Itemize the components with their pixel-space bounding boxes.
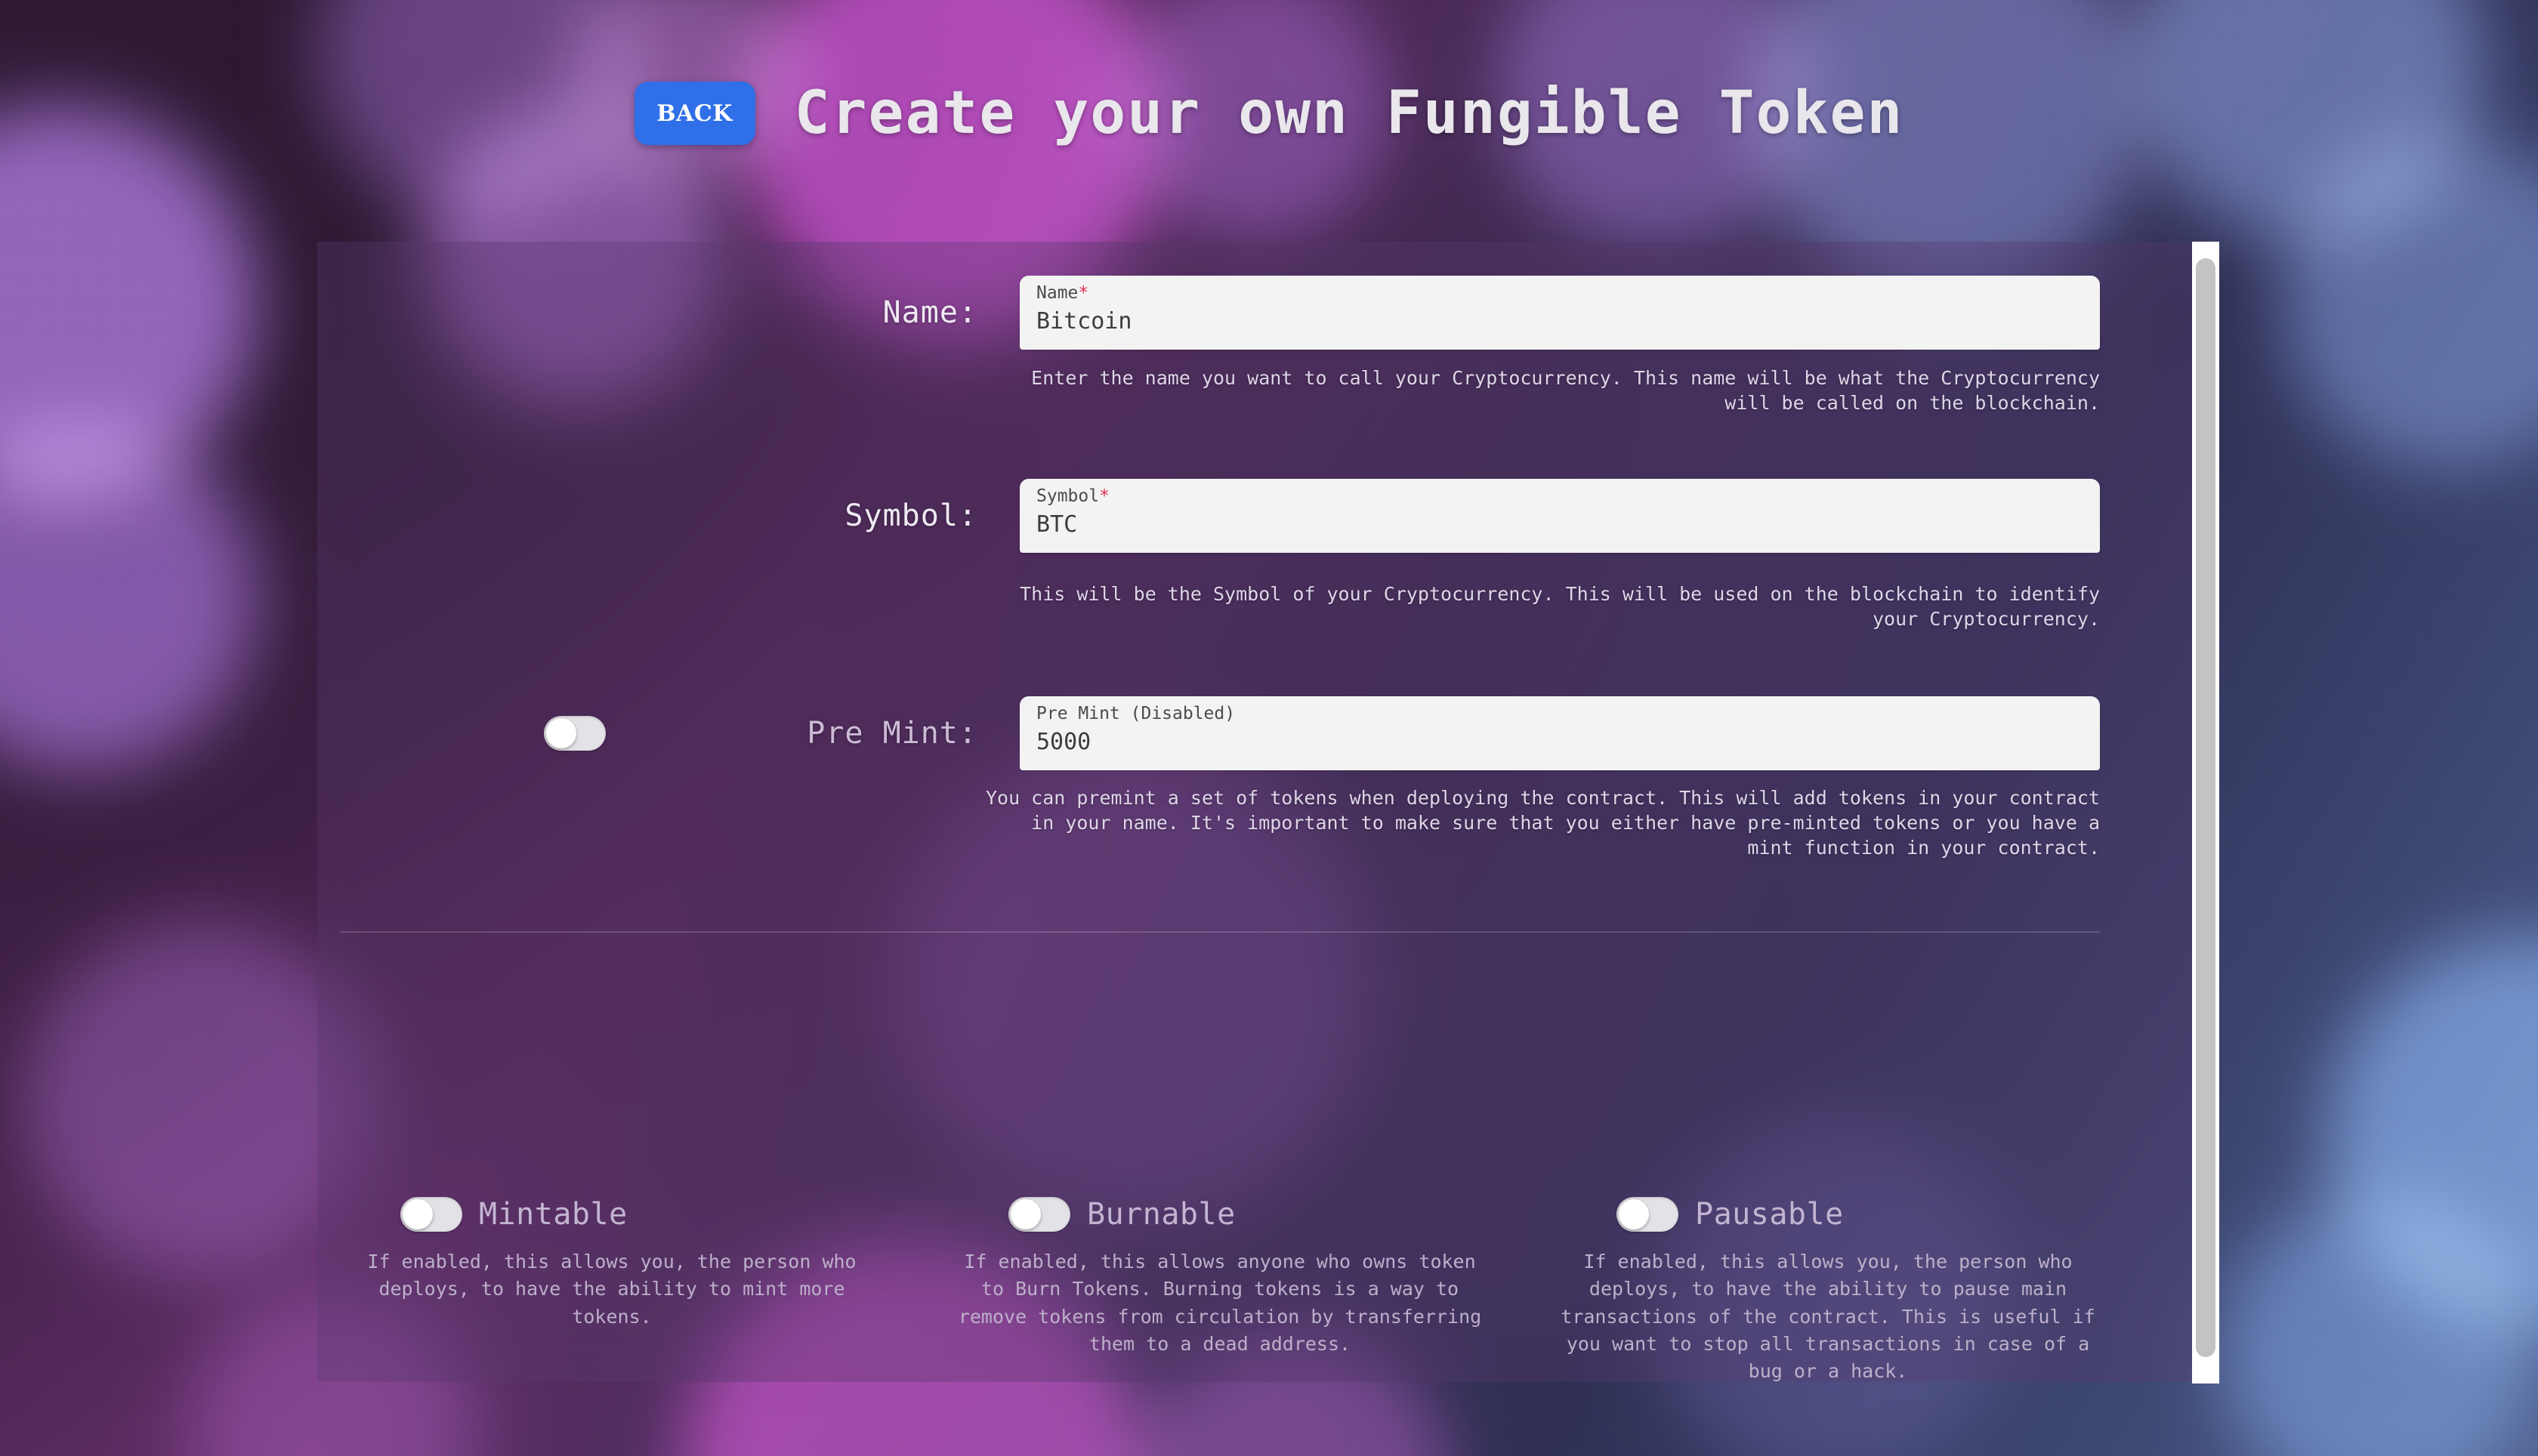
- pre-mint-input[interactable]: Pre Mint (Disabled) 5000: [1020, 696, 2100, 770]
- symbol-helper-text: This will be the Symbol of your Cryptocu…: [1020, 583, 2100, 630]
- section-divider: [340, 931, 2100, 933]
- pausable-toggle-knob: [1619, 1199, 1649, 1229]
- back-button[interactable]: BACK: [634, 82, 755, 145]
- symbol-input-legend: Symbol*: [1036, 488, 2085, 505]
- mintable-toggle[interactable]: [400, 1197, 462, 1232]
- feature-toggle-columns: Mintable If enabled, this allows you, th…: [340, 1197, 2100, 1382]
- form-scroll-viewport[interactable]: Name: Name* Bitcoin Enter the name you w…: [317, 242, 2200, 1382]
- name-required-star: *: [1078, 283, 1089, 303]
- pre-mint-helper-text: You can premint a set of tokens when dep…: [985, 787, 2100, 859]
- burnable-label: Burnable: [1087, 1197, 1236, 1232]
- pausable-header: Pausable: [1616, 1197, 1844, 1232]
- burnable-toggle-knob: [1011, 1199, 1041, 1229]
- page-title: Create your own Fungible Token: [794, 79, 1904, 147]
- name-input-legend: Name*: [1036, 285, 2085, 302]
- burnable-toggle[interactable]: [1008, 1197, 1070, 1232]
- pausable-toggle[interactable]: [1616, 1197, 1678, 1232]
- burnable-description: If enabled, this allows anyone who owns …: [958, 1251, 1482, 1355]
- mintable-toggle-knob: [403, 1199, 433, 1229]
- field-row-pre-mint: Pre Mint: Pre Mint (Disabled) 5000: [544, 696, 2100, 770]
- token-form-card: Name: Name* Bitcoin Enter the name you w…: [317, 242, 2200, 1382]
- feature-column-mintable: Mintable If enabled, this allows you, th…: [340, 1197, 884, 1382]
- field-row-symbol: Symbol: Symbol* BTC: [831, 479, 2100, 553]
- form-scrollbar-track[interactable]: [2192, 242, 2219, 1384]
- pre-mint-input-legend: Pre Mint (Disabled): [1036, 705, 2085, 723]
- pre-mint-input-value: 5000: [1036, 729, 1091, 755]
- symbol-field-label: Symbol:: [844, 498, 977, 533]
- pre-mint-legend-text: Pre Mint (Disabled): [1036, 704, 1236, 723]
- feature-column-burnable: Burnable If enabled, this allows anyone …: [948, 1197, 1492, 1382]
- page-background: BACK Create your own Fungible Token Name…: [0, 0, 2538, 1456]
- mintable-description: If enabled, this allows you, the person …: [367, 1251, 857, 1328]
- feature-column-pausable: Pausable If enabled, this allows you, th…: [1556, 1197, 2100, 1382]
- pre-mint-field-label: Pre Mint:: [807, 716, 977, 751]
- pausable-label: Pausable: [1695, 1197, 1844, 1232]
- burnable-header: Burnable: [1008, 1197, 1236, 1232]
- name-input-value: Bitcoin: [1036, 308, 1132, 335]
- mintable-label: Mintable: [479, 1197, 628, 1232]
- pre-mint-toggle-knob: [546, 718, 576, 748]
- symbol-input[interactable]: Symbol* BTC: [1020, 479, 2100, 553]
- symbol-legend-text: Symbol: [1036, 486, 1100, 506]
- name-legend-text: Name: [1036, 283, 1079, 303]
- mintable-header: Mintable: [400, 1197, 628, 1232]
- name-field-label: Name:: [882, 295, 977, 330]
- pausable-description: If enabled, this allows you, the person …: [1561, 1251, 2095, 1382]
- name-input[interactable]: Name* Bitcoin: [1020, 276, 2100, 350]
- page-header: BACK Create your own Fungible Token: [0, 0, 2538, 227]
- name-helper-text: Enter the name you want to call your Cry…: [1031, 367, 2100, 414]
- form-scrollbar-thumb[interactable]: [2196, 258, 2215, 1357]
- field-row-name: Name: Name* Bitcoin: [831, 276, 2100, 350]
- pre-mint-toggle[interactable]: [544, 716, 606, 751]
- symbol-input-value: BTC: [1036, 511, 1078, 538]
- symbol-required-star: *: [1099, 486, 1110, 506]
